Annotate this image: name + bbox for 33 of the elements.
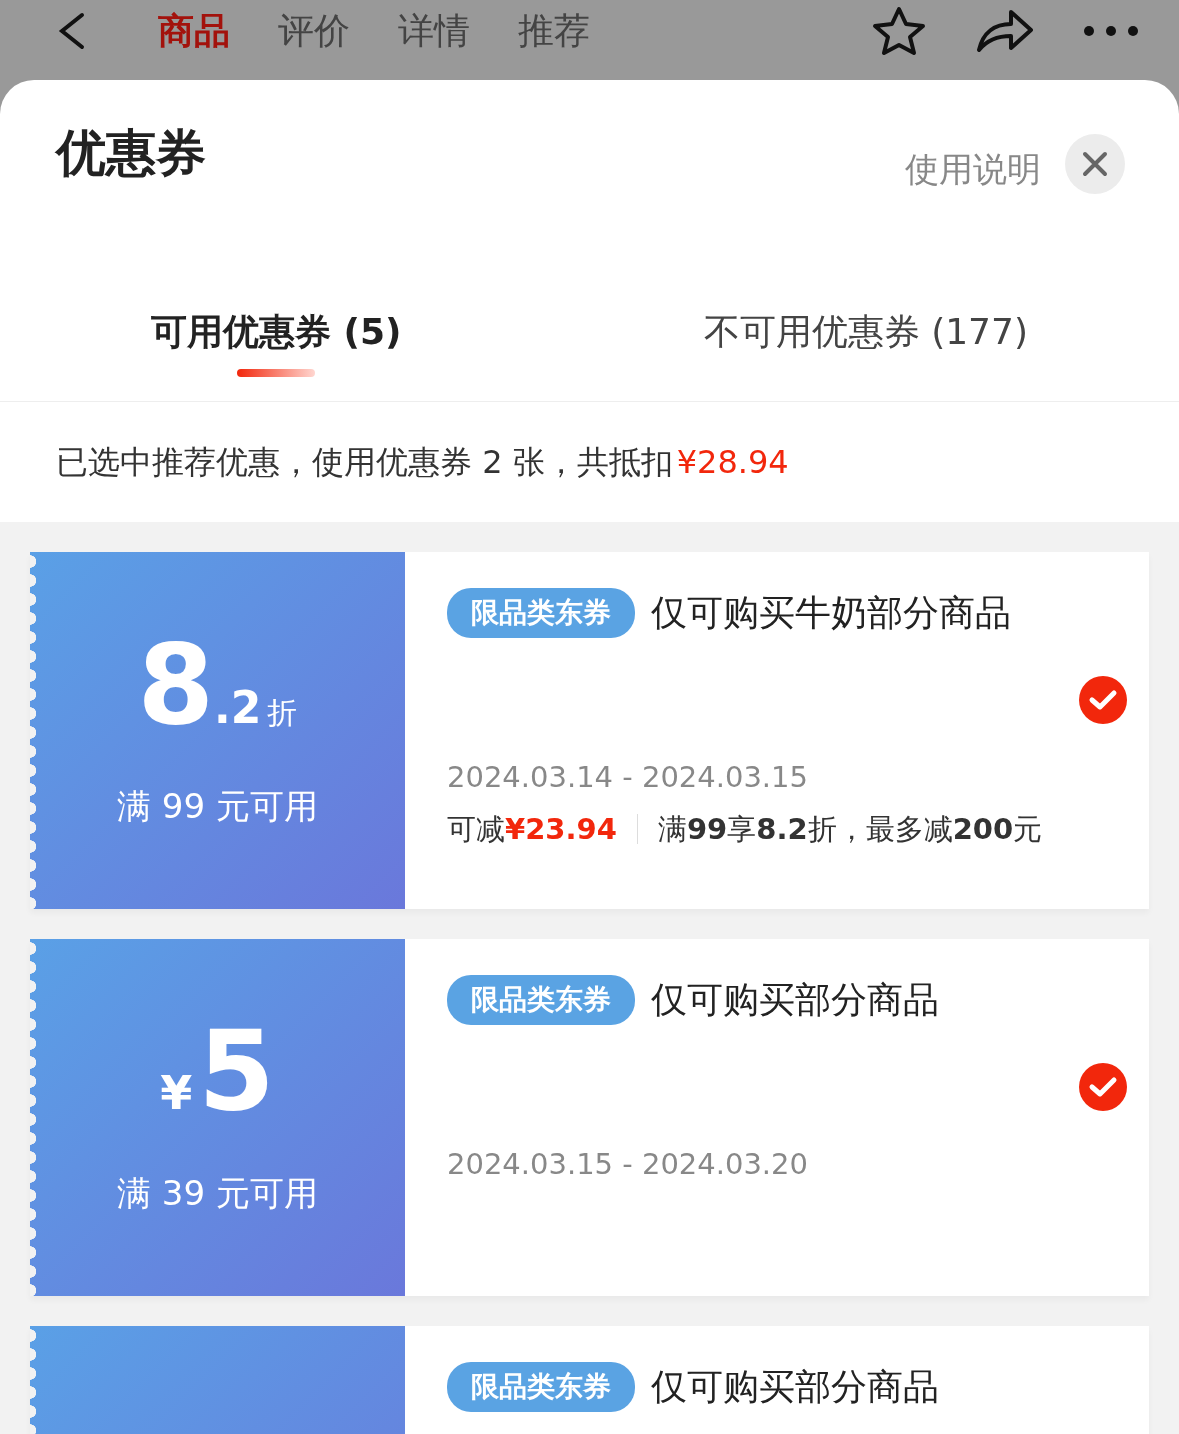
nav-tab[interactable]: 评价: [278, 4, 350, 58]
category-tag: 限品类东券: [447, 1362, 635, 1412]
cash-value: 5: [198, 1016, 275, 1126]
condition-text: 满 39 元可用: [117, 1172, 318, 1215]
saving-text: 可减¥23.94: [447, 810, 617, 848]
close-icon[interactable]: [1082, 151, 1108, 177]
condition-text: 满 99 元可用: [117, 784, 318, 828]
summary-text: 已选中推荐优惠，使用优惠券 2 张，共抵扣¥28.94: [56, 442, 789, 483]
validity-dates: 2024.03.14 - 2024.03.15: [447, 759, 809, 796]
coupon-tab[interactable]: 不可用优惠券 (177): [703, 305, 1028, 359]
category-tag: 限品类东券: [447, 975, 635, 1025]
coupon-title: 仅可购买部分商品: [651, 1365, 939, 1409]
coupon-title: 仅可购买部分商品: [651, 978, 939, 1022]
category-tag: 限品类东券: [447, 588, 635, 638]
currency-sign: ¥: [160, 1065, 193, 1122]
help-link[interactable]: 使用说明: [905, 144, 1041, 195]
nav-tab[interactable]: 商品: [158, 4, 230, 58]
star-icon[interactable]: [871, 6, 927, 56]
nav-tab[interactable]: 推荐: [518, 4, 590, 58]
nav-tab[interactable]: 详情: [398, 4, 470, 58]
sheet-title: 优惠券: [56, 123, 206, 184]
check-icon[interactable]: [1079, 676, 1127, 724]
coupon-tab[interactable]: 可用优惠券 (5): [151, 305, 402, 359]
validity-dates: 2024.03.15 - 2024.03.20: [447, 1146, 809, 1183]
coupon-title: 仅可购买牛奶部分商品: [651, 591, 1011, 635]
more-icon[interactable]: [1083, 25, 1139, 37]
share-icon[interactable]: [975, 8, 1035, 54]
check-icon[interactable]: [1079, 1063, 1127, 1111]
discount-value: 8: [137, 629, 215, 740]
rule-text: 满99享8.2折，最多减200元: [657, 810, 1043, 848]
discount-unit: 折: [267, 693, 298, 732]
discount-decimal: .2: [214, 680, 262, 735]
back-icon[interactable]: [56, 11, 86, 51]
